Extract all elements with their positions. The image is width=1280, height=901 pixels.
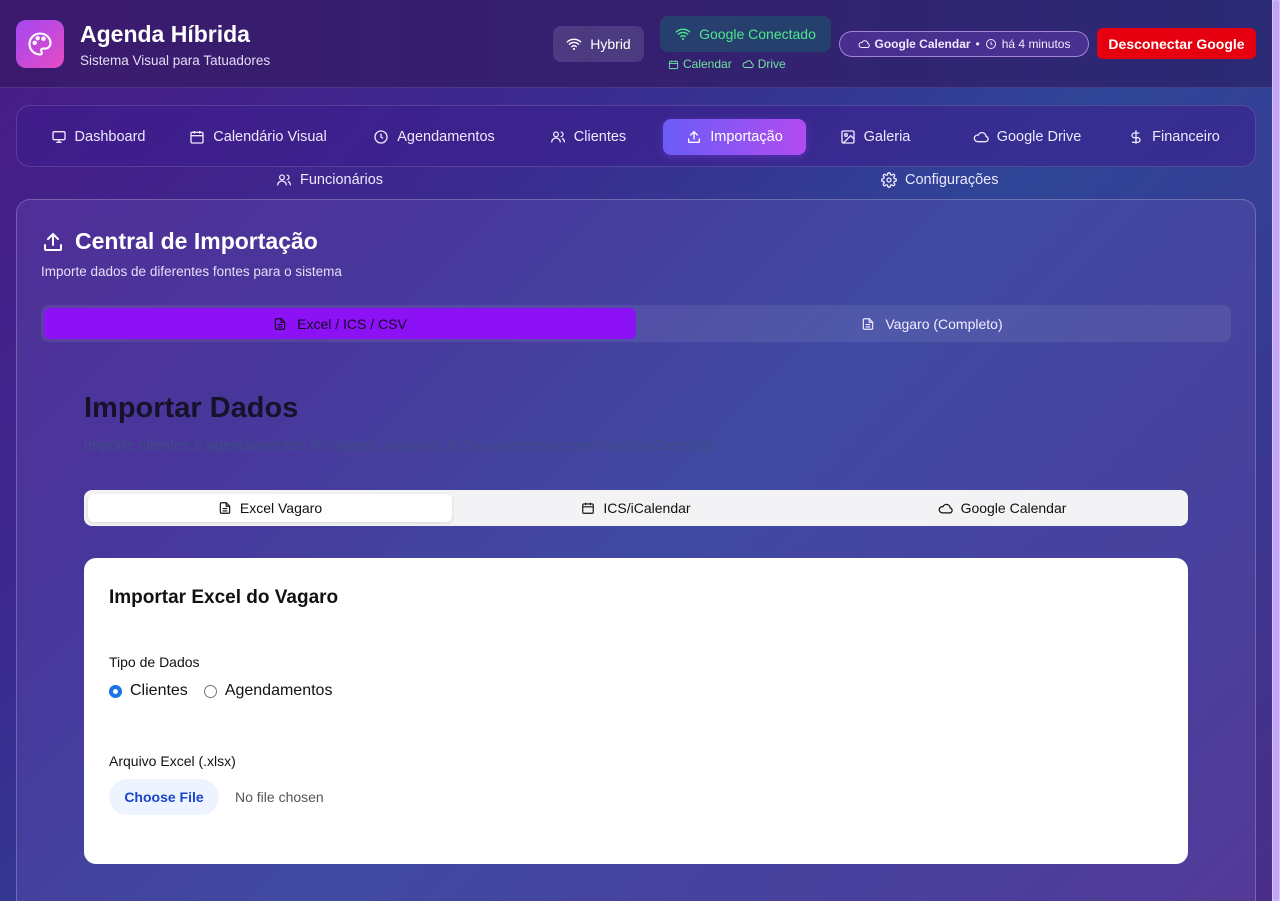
no-file-text: No file chosen bbox=[235, 789, 324, 805]
app-header: Agenda Híbrida Sistema Visual para Tatua… bbox=[0, 0, 1272, 88]
import-subtitle: Importe clientes e agendamentos do Vagar… bbox=[84, 437, 715, 454]
mode-badge[interactable]: Hybrid bbox=[553, 26, 644, 62]
tab-excel-vagaro[interactable]: Excel Vagaro bbox=[88, 494, 452, 522]
clock-icon bbox=[374, 130, 388, 144]
radio-agendamentos-label: Agendamentos bbox=[224, 682, 333, 699]
service-calendar: Calendar bbox=[668, 57, 732, 71]
wifi-icon bbox=[566, 38, 582, 51]
app-title: Agenda Híbrida bbox=[80, 21, 250, 47]
upload-icon bbox=[688, 130, 701, 143]
nav-item-financeiro[interactable]: Financeiro bbox=[1123, 119, 1225, 155]
file-text-icon bbox=[863, 317, 874, 330]
users-icon bbox=[550, 131, 565, 143]
monitor-icon bbox=[51, 131, 66, 143]
gear-icon bbox=[881, 172, 897, 188]
google-status-label: Google Conectado bbox=[699, 26, 816, 42]
nav-item-calendario[interactable]: Calendário Visual bbox=[183, 119, 333, 155]
service-drive: Drive bbox=[742, 57, 786, 71]
app-logo bbox=[16, 20, 64, 68]
dollar-icon bbox=[1131, 130, 1141, 144]
mode-label: Hybrid bbox=[590, 36, 631, 52]
nav-item-dashboard[interactable]: Dashboard bbox=[41, 119, 155, 155]
calendar-icon bbox=[582, 502, 595, 514]
cloud-icon bbox=[858, 40, 870, 49]
import-title: Importar Dados bbox=[84, 392, 299, 424]
google-services: Calendar Drive bbox=[668, 57, 786, 71]
tab-ics-icalendar[interactable]: ICS/iCalendar bbox=[454, 494, 818, 522]
choose-file-button[interactable]: Choose File bbox=[109, 779, 219, 815]
wifi-icon bbox=[675, 28, 691, 41]
page-subtitle: Importe dados de diferentes fontes para … bbox=[41, 264, 342, 279]
card-title: Importar Excel do Vagaro bbox=[109, 587, 339, 608]
main-nav: Dashboard Calendário Visual Agendamentos… bbox=[16, 105, 1256, 167]
cloud-icon bbox=[938, 503, 953, 514]
tab-vagaro-completo[interactable]: Vagaro (Completo) bbox=[636, 308, 1228, 339]
app-subtitle: Sistema Visual para Tatuadores bbox=[80, 53, 271, 68]
page-title: Central de Importação bbox=[41, 228, 318, 255]
users-icon bbox=[277, 174, 291, 186]
nav-item-clientes[interactable]: Clientes bbox=[543, 119, 633, 155]
separator: • bbox=[975, 37, 980, 51]
nav-item-google-drive[interactable]: Google Drive bbox=[967, 119, 1087, 155]
calendar-icon bbox=[190, 131, 204, 144]
calendar-sync-time: há 4 minutos bbox=[1001, 37, 1071, 51]
radio-clientes-label: Clientes bbox=[130, 682, 188, 699]
data-type-options: Clientes Agendamentos bbox=[109, 682, 332, 700]
file-label: Arquivo Excel (.xlsx) bbox=[109, 753, 236, 769]
cloud-icon bbox=[742, 60, 754, 69]
image-icon bbox=[840, 130, 855, 144]
clock-icon bbox=[985, 39, 996, 49]
nav-item-importacao[interactable]: Importação bbox=[663, 119, 806, 155]
calendar-sync-badge[interactable]: Google Calendar • há 4 minutos bbox=[839, 31, 1089, 57]
data-type-label: Tipo de Dados bbox=[109, 654, 200, 670]
nav-item-agendamentos[interactable]: Agendamentos bbox=[364, 119, 504, 155]
radio-agendamentos[interactable] bbox=[203, 684, 217, 698]
source-tabs: Excel / ICS / CSV Vagaro (Completo) bbox=[41, 305, 1231, 342]
radio-clientes[interactable] bbox=[109, 684, 122, 698]
page-scrollbar[interactable] bbox=[1272, 0, 1280, 901]
calendar-icon bbox=[668, 59, 679, 69]
palette-icon bbox=[28, 32, 52, 56]
cloud-icon bbox=[973, 131, 989, 143]
upload-icon bbox=[44, 232, 62, 251]
import-type-tabs: Excel Vagaro ICS/iCalendar Google Calend… bbox=[84, 490, 1188, 526]
nav-item-funcionarios[interactable]: Funcionários bbox=[276, 169, 383, 191]
nav-item-galeria[interactable]: Galeria bbox=[837, 119, 913, 155]
google-status-badge[interactable]: Google Conectado bbox=[660, 16, 831, 52]
tab-google-calendar[interactable]: Google Calendar bbox=[820, 494, 1184, 522]
excel-import-card: Importar Excel do Vagaro Tipo de Dados C… bbox=[84, 558, 1188, 864]
file-input: Choose File No file chosen bbox=[109, 779, 324, 815]
file-text-icon bbox=[274, 317, 286, 330]
scrollbar-thumb[interactable] bbox=[1273, 0, 1279, 901]
disconnect-google-button[interactable]: Desconectar Google bbox=[1097, 28, 1256, 59]
nav-item-configuracoes[interactable]: Configurações bbox=[881, 169, 999, 191]
file-text-icon bbox=[219, 502, 231, 514]
calendar-sync-name: Google Calendar bbox=[874, 37, 971, 51]
tab-excel-ics-csv[interactable]: Excel / ICS / CSV bbox=[44, 308, 636, 339]
